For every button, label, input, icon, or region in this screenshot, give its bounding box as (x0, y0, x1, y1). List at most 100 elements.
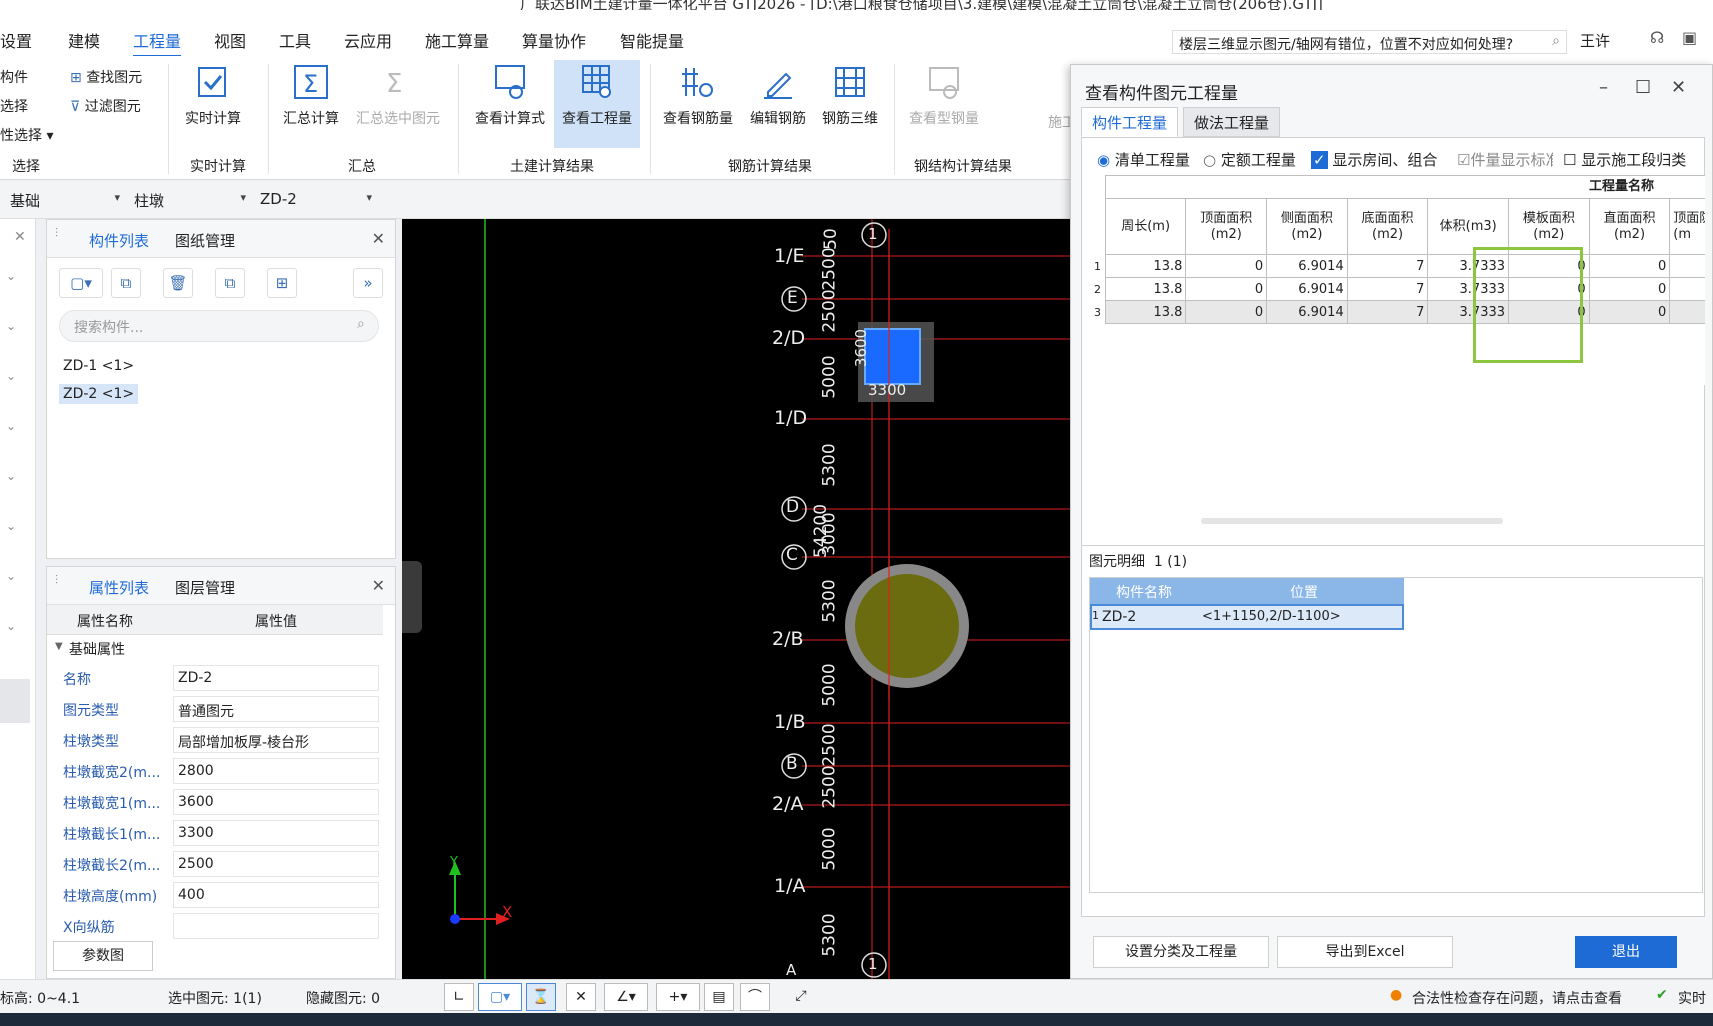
warning-text[interactable]: 合法性检查存在问题，请点击查看 (1412, 988, 1622, 1008)
property-value[interactable]: 局部增加板厚-棱台形 (173, 727, 379, 753)
find-element-button[interactable]: ⊞ 查找图元 (70, 64, 142, 93)
layer-copy-icon[interactable]: ⊞ (267, 268, 297, 298)
menu-collab[interactable]: 算量协作 (522, 28, 586, 52)
user-name[interactable]: 王许 (1580, 30, 1610, 51)
duplicate-icon[interactable]: ⧉ (215, 268, 245, 298)
radio-qingdan[interactable]: ◉ 清单工程量 (1097, 149, 1190, 170)
ribbon-attr-select[interactable]: 性选择 ▾ (0, 122, 53, 151)
maximize-icon[interactable]: ☐ (1635, 77, 1651, 98)
ribbon-component-select[interactable]: 构件 (0, 64, 53, 93)
new-component-button[interactable]: ▢▾ (59, 268, 103, 298)
tab-property-list[interactable]: 属性列表 (89, 577, 149, 598)
exit-button[interactable]: 退出 (1575, 936, 1677, 968)
panel-collapse-handle[interactable] (402, 561, 422, 633)
menu-construction[interactable]: 施工算量 (425, 28, 489, 52)
ortho-icon[interactable]: ∟ (444, 983, 474, 1011)
property-value[interactable]: 400 (173, 882, 379, 908)
tab-layer-manage[interactable]: 图层管理 (175, 577, 235, 598)
chevron-down-icon[interactable]: ⌄ (6, 419, 16, 433)
section-basic[interactable]: ▼ 基础属性 (47, 635, 383, 663)
chevron-down-icon[interactable]: ⌄ (6, 269, 16, 283)
angle-icon[interactable]: ∠▾ (604, 983, 648, 1011)
collapse-handle[interactable] (0, 679, 30, 723)
filter-element-button[interactable]: ⊽ 过滤图元 (70, 93, 142, 122)
drawing-canvas[interactable]: 1/E E 2/D 1/D D C 2/B 1/B B 2/A 1/A A 1 … (402, 219, 1070, 979)
fullscreen-icon[interactable]: ⤢ (786, 983, 816, 1011)
checkbox-show-std[interactable]: ☑件量显示标准层 (1457, 149, 1553, 170)
more-icon[interactable]: » (353, 268, 383, 298)
status-bar: 标高: 0~4.1 选中图元: 1(1) 隐藏图元: 0 ∟ ▢▾ ⌛ ✕ ∠▾… (0, 979, 1713, 1013)
component-select[interactable]: ZD-2 (256, 188, 376, 212)
menu-smart[interactable]: 智能提量 (620, 28, 684, 52)
headset-icon[interactable]: ☊ (1650, 28, 1664, 47)
offset-icon[interactable]: +▾ (656, 983, 700, 1011)
dialog-title: 查看构件图元工程量 (1085, 84, 1238, 104)
ribbon-select[interactable]: 选择 (0, 93, 53, 122)
chevron-down-icon[interactable]: ⌄ (6, 619, 16, 633)
display-icon[interactable]: ▤ (704, 983, 734, 1011)
menu-cloud[interactable]: 云应用 (344, 28, 392, 52)
tab-drawing-manage[interactable]: 图纸管理 (175, 230, 235, 251)
settings-button[interactable]: 设置分类及工程量 (1093, 936, 1269, 968)
close-icon[interactable]: ✕ (1671, 77, 1686, 98)
tab-component-quantity[interactable]: 构件工程量 (1081, 107, 1179, 137)
pin-icon[interactable]: ⫶ (55, 573, 58, 588)
tab-method-quantity[interactable]: 做法工程量 (1183, 107, 1281, 137)
view-rebar-button[interactable]: 查看钢筋量 (658, 62, 738, 128)
property-value[interactable]: ZD-2 (173, 665, 379, 691)
summary-calc-button[interactable]: Σ 汇总计算 (278, 62, 344, 128)
view-formula-button[interactable]: 查看计算式 (468, 62, 552, 128)
property-value[interactable] (173, 913, 379, 939)
horizontal-scrollbar[interactable] (1201, 518, 1503, 524)
property-value[interactable]: 2500 (173, 851, 379, 877)
hourglass-icon[interactable]: ⌛ (526, 983, 556, 1011)
component-search-input[interactable]: 搜索构件... (59, 310, 379, 342)
rebar-3d-button[interactable]: 钢筋三维 (816, 62, 884, 128)
checkbox-show-room[interactable]: ✓ 显示房间、组合 (1311, 149, 1457, 170)
floor-select[interactable]: 基础 (6, 188, 124, 212)
param-diagram-button[interactable]: 参数图 (53, 941, 153, 971)
menu-quantities[interactable]: 工程量 (133, 28, 182, 57)
property-value[interactable]: 3600 (173, 789, 379, 815)
minimize-icon[interactable]: – (1599, 77, 1608, 98)
chevron-down-icon[interactable]: ⌄ (6, 569, 16, 583)
chevron-down-icon[interactable]: ⌄ (6, 369, 16, 383)
summary-selected-button[interactable]: Σ 汇总选中图元 (350, 62, 446, 128)
cross-icon[interactable]: ✕ (566, 983, 596, 1011)
chevron-down-icon[interactable]: ⌄ (6, 519, 16, 533)
table-row[interactable]: 1 13.8 0 6.9014 7 3.7333 0 0 (1091, 254, 1705, 278)
export-excel-button[interactable]: 导出到Excel (1277, 936, 1453, 968)
property-value[interactable]: 普通图元 (173, 696, 379, 722)
realtime-calc-button[interactable]: 实时计算 (180, 62, 246, 128)
menu-view[interactable]: 视图 (214, 28, 246, 52)
list-item[interactable]: ZD-1 <1> (59, 356, 138, 376)
checkbox-show-seg[interactable]: ☐ 显示施工段归类 (1563, 149, 1709, 170)
view-quantity-button[interactable]: 查看工程量 (554, 60, 640, 148)
table-row[interactable]: 2 13.8 0 6.9014 7 3.7333 0 0 (1091, 277, 1705, 301)
radio-dinge[interactable]: ○ 定额工程量 (1203, 149, 1296, 170)
category-select[interactable]: 柱墩 (130, 188, 250, 212)
tab-component-list[interactable]: 构件列表 (89, 230, 149, 251)
close-icon[interactable]: ✕ (372, 229, 385, 248)
list-item[interactable]: ZD-2 <1> (59, 384, 139, 404)
view-steel-button[interactable]: 查看型钢量 (904, 62, 984, 128)
delete-icon[interactable]: 🗑 (163, 268, 193, 298)
table-row[interactable]: 3 13.8 0 6.9014 7 3.7333 0 0 (1091, 300, 1705, 324)
property-value[interactable]: 3300 (173, 820, 379, 846)
close-icon[interactable]: ✕ (372, 576, 385, 595)
snap-icon[interactable]: ▢▾ (478, 983, 522, 1011)
panel-icon[interactable]: ▣ (1682, 28, 1697, 47)
table-row[interactable]: 1 ZD-2 <1+1150,2/D-1100> (1090, 604, 1404, 630)
help-search[interactable]: 楼层三维显示图元/轴网有错位，位置不对应如何处理? ⌕ (1172, 30, 1567, 54)
menu-modeling[interactable]: 建模 (68, 28, 100, 52)
edit-rebar-button[interactable]: 编辑钢筋 (744, 62, 812, 128)
copy-icon[interactable]: ⧉ (111, 268, 141, 298)
property-value[interactable]: 2800 (173, 758, 379, 784)
chevron-down-icon[interactable]: ⌄ (6, 469, 16, 483)
arc-icon[interactable]: ⌒ (740, 983, 770, 1011)
close-icon[interactable]: ✕ (14, 229, 26, 245)
pin-icon[interactable]: ⫶ (55, 226, 58, 241)
menu-tools[interactable]: 工具 (279, 28, 311, 52)
menu-settings[interactable]: 设置 (0, 28, 32, 52)
chevron-down-icon[interactable]: ⌄ (6, 319, 16, 333)
